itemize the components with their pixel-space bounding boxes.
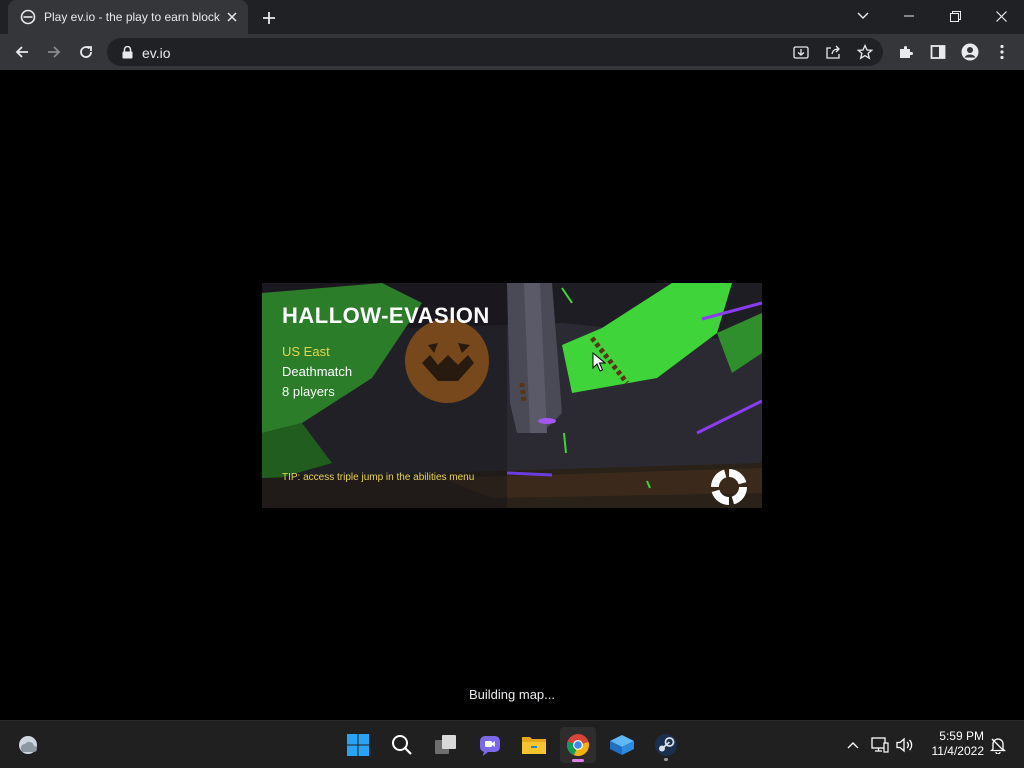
running-app-indicator bbox=[664, 758, 668, 761]
browser-tab-active[interactable]: Play ev.io - the play to earn blockchain… bbox=[8, 0, 248, 34]
chrome-icon[interactable] bbox=[560, 727, 596, 763]
game-viewport[interactable]: HALLOW-EVASION US East Deathmatch 8 play… bbox=[0, 70, 1024, 720]
back-arrow-left-icon[interactable] bbox=[10, 40, 34, 64]
tab-search-chevron-down-icon[interactable] bbox=[840, 0, 886, 32]
tab-title: Play ev.io - the play to earn blockchain… bbox=[44, 10, 220, 24]
steam-icon[interactable] bbox=[648, 727, 684, 763]
browser-toolbar: ev.io bbox=[0, 34, 1024, 70]
system-clock[interactable]: 5:59 PM 11/4/2022 bbox=[918, 729, 985, 759]
active-app-indicator bbox=[572, 759, 584, 762]
ev-io-favicon-icon bbox=[20, 9, 36, 25]
cube-icon[interactable] bbox=[604, 727, 640, 763]
url-text[interactable]: ev.io bbox=[142, 45, 171, 61]
install-icon[interactable] bbox=[789, 40, 813, 64]
mouse-cursor-icon bbox=[592, 352, 606, 372]
side-panel-icon[interactable] bbox=[926, 40, 950, 64]
windows-start-icon[interactable] bbox=[340, 727, 376, 763]
network-icon[interactable] bbox=[870, 735, 890, 755]
extensions-puzzle-icon[interactable] bbox=[894, 40, 918, 64]
address-bar[interactable]: ev.io bbox=[107, 38, 883, 66]
clock-date: 11/4/2022 bbox=[931, 744, 985, 758]
lock-icon[interactable] bbox=[119, 44, 135, 60]
loading-spinner-icon bbox=[711, 469, 747, 505]
profile-icon[interactable] bbox=[958, 40, 982, 64]
search-icon[interactable] bbox=[384, 727, 420, 763]
chat-icon[interactable] bbox=[472, 727, 508, 763]
share-icon[interactable] bbox=[821, 40, 845, 64]
notification-icon[interactable] bbox=[988, 735, 1008, 755]
player-count: 8 players bbox=[282, 384, 335, 399]
browser-tabstrip: Play ev.io - the play to earn blockchain… bbox=[0, 0, 1024, 34]
tab-close-icon[interactable] bbox=[224, 9, 240, 25]
kebab-menu-icon[interactable] bbox=[990, 40, 1014, 64]
weather-widget-icon[interactable] bbox=[10, 727, 46, 763]
forward-arrow-right-icon[interactable] bbox=[42, 40, 66, 64]
new-tab-plus-icon[interactable] bbox=[258, 7, 280, 29]
bookmark-star-icon[interactable] bbox=[853, 40, 877, 64]
reload-icon[interactable] bbox=[74, 40, 98, 64]
restore-icon[interactable] bbox=[932, 0, 978, 32]
game-mode: Deathmatch bbox=[282, 364, 353, 379]
map-name: HALLOW-EVASION bbox=[282, 303, 490, 328]
loading-tip: TIP: access triple jump in the abilities… bbox=[282, 472, 475, 483]
server-region: US East bbox=[282, 344, 330, 359]
loading-status-text: Building map... bbox=[469, 687, 555, 702]
minimize-icon[interactable] bbox=[886, 0, 932, 32]
volume-icon[interactable] bbox=[895, 735, 915, 755]
clock-time: 5:59 PM bbox=[939, 729, 984, 743]
windows-taskbar: 5:59 PM 11/4/2022 bbox=[0, 720, 1024, 768]
chevron-up-icon[interactable] bbox=[843, 735, 863, 755]
folder-icon[interactable] bbox=[516, 727, 552, 763]
close-window-icon[interactable] bbox=[978, 0, 1024, 32]
map-loading-card: HALLOW-EVASION US East Deathmatch 8 play… bbox=[262, 283, 762, 508]
task-view-icon[interactable] bbox=[428, 727, 464, 763]
